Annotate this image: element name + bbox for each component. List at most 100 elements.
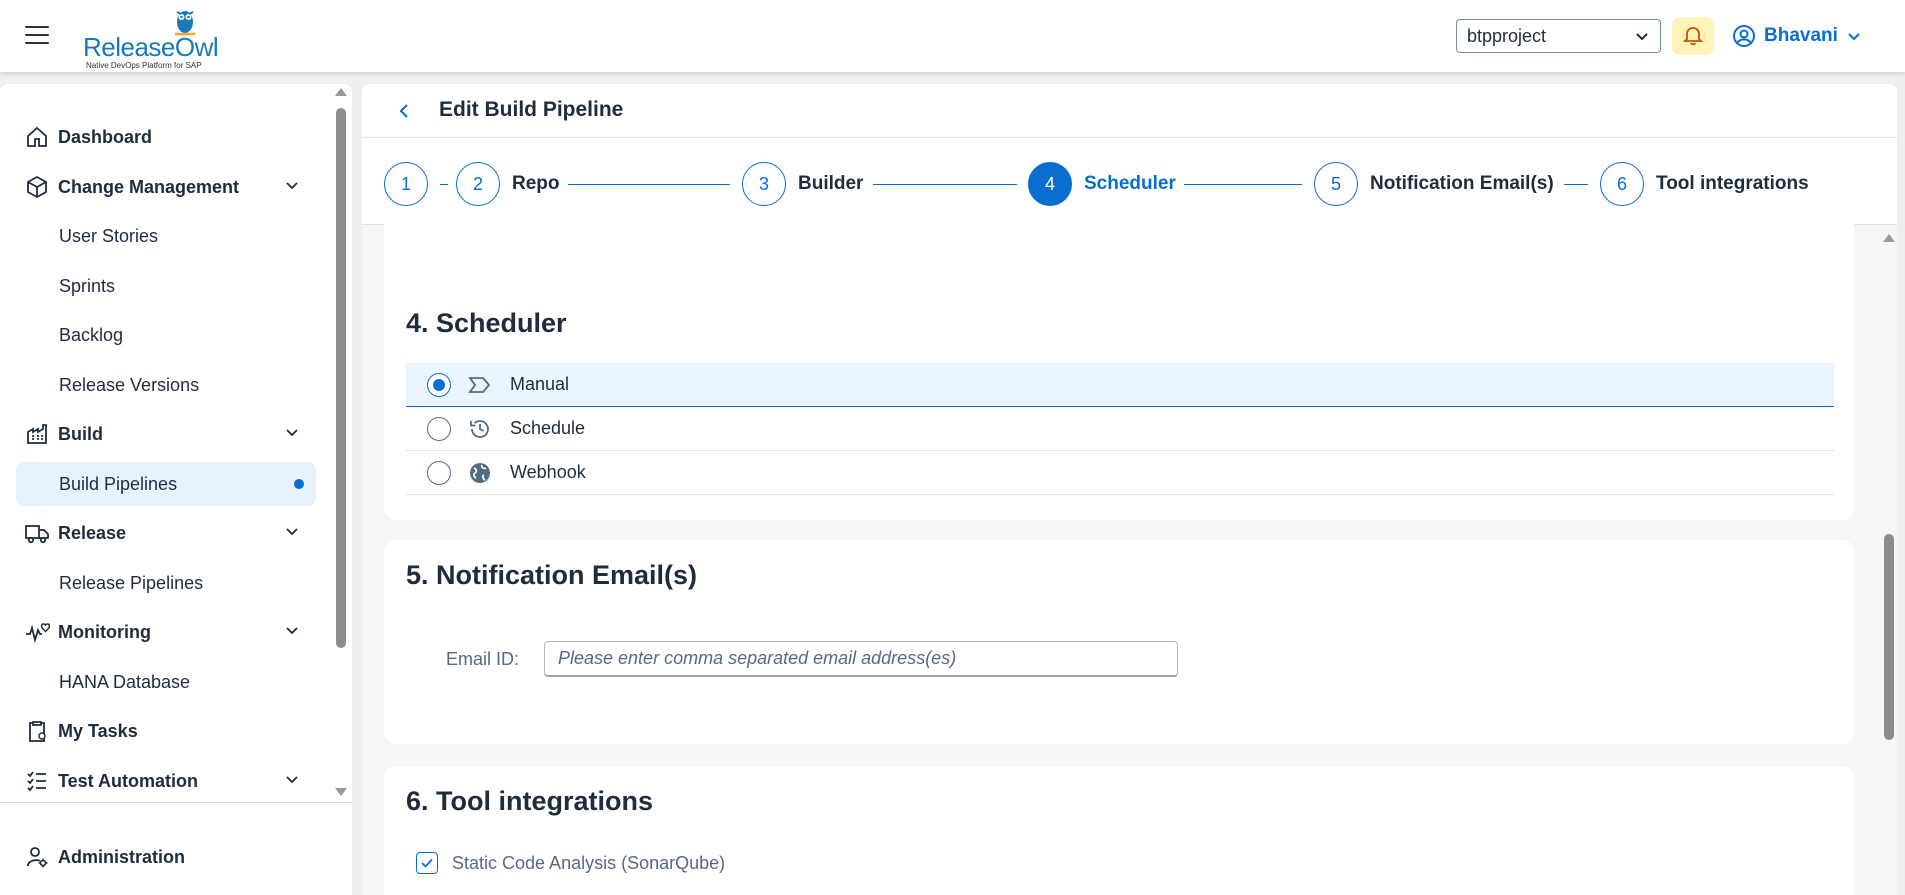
sidebar-item-change-management[interactable]: Change Management (16, 165, 316, 209)
factory-icon (22, 419, 52, 449)
sidebar-item-label: Build (58, 423, 103, 444)
scheduler-option-webhook[interactable]: Webhook (406, 451, 1834, 495)
sidebar-item-dashboard[interactable]: Dashboard (16, 115, 316, 159)
checklist-icon (22, 766, 52, 796)
wizard-step-label: Builder (798, 173, 864, 194)
content-scroll-thumb[interactable] (1884, 534, 1894, 740)
user-icon (1733, 25, 1755, 47)
sidebar-item-build[interactable]: Build (16, 412, 316, 456)
wizard-step-label: Scheduler (1084, 173, 1176, 194)
sidebar-item-label: Build Pipelines (59, 473, 178, 494)
menu-icon[interactable] (25, 26, 49, 46)
sidebar-scroll-thumb[interactable] (336, 108, 346, 648)
wizard-step-number: 6 (1600, 162, 1644, 206)
sidebar-item-label: Dashboard (58, 126, 153, 147)
user-settings-icon (22, 842, 52, 872)
clipboard-icon (22, 716, 52, 746)
wizard-step-builder[interactable]: 3 Builder (742, 162, 863, 206)
wizard-step-number: 4 (1028, 162, 1072, 206)
sidebar-item-monitoring[interactable]: Monitoring (16, 610, 316, 654)
sidebar-item-release-pipelines[interactable]: Release Pipelines (16, 561, 316, 605)
wizard-step-label: Notification Email(s) (1370, 173, 1554, 194)
history-icon (467, 416, 493, 442)
sidebar-item-label: Change Management (58, 176, 240, 197)
sidebar-item-label: Monitoring (58, 621, 151, 642)
sidebar-item-build-pipelines[interactable]: Build Pipelines (16, 462, 316, 506)
email-id-input[interactable] (544, 641, 1178, 677)
user-menu-button[interactable]: Bhavani (1732, 19, 1862, 53)
sidebar-item-sprints[interactable]: Sprints (16, 264, 316, 308)
project-select-value: btpproject (1467, 26, 1547, 46)
chevron-down-icon (1848, 33, 1860, 41)
change-management-icon (22, 172, 52, 202)
wizard-connector (1564, 184, 1588, 185)
radio-button[interactable] (427, 416, 451, 441)
logo-tagline: Native DevOps Platform for SAP (86, 61, 202, 70)
sidebar-item-hana-database[interactable]: HANA Database (16, 660, 316, 704)
scroll-down-arrow-icon[interactable] (335, 788, 347, 796)
chevron-down-icon[interactable] (284, 424, 300, 440)
active-indicator (294, 479, 304, 489)
sidebar-item-my-tasks[interactable]: My Tasks (16, 709, 316, 753)
sidebar-nav: Dashboard Change Management User Stories… (0, 84, 334, 804)
sidebar-scrollbar[interactable] (334, 84, 348, 804)
chevron-down-icon[interactable] (284, 771, 300, 787)
tool-integrations-heading: 6. Tool integrations (406, 786, 654, 816)
email-id-label: Email ID: (446, 649, 520, 669)
notifications-button[interactable] (1672, 17, 1714, 55)
sidebar-item-user-stories[interactable]: User Stories (16, 214, 316, 258)
scroll-up-arrow-icon[interactable] (1883, 234, 1895, 242)
wizard-step-number: 5 (1314, 162, 1358, 206)
wizard-step-1[interactable]: 1 (384, 162, 428, 206)
chevron-down-icon (1636, 33, 1648, 41)
sidebar-item-label: Administration (58, 846, 186, 867)
scheduler-option-schedule[interactable]: Schedule (406, 407, 1834, 451)
back-arrow-icon[interactable] (392, 99, 416, 123)
wizard-connector (568, 184, 730, 185)
wizard-step-number: 3 (742, 162, 786, 206)
home-icon (22, 122, 52, 152)
wizard-step-number: 1 (384, 162, 428, 206)
sidebar-divider (0, 802, 352, 803)
radio-button[interactable] (427, 460, 451, 485)
app-logo[interactable]: ReleaseOwl Native DevOps Platform for SA… (80, 4, 220, 70)
chevron-down-icon[interactable] (284, 523, 300, 539)
wizard-step-tool-integrations[interactable]: 6 Tool integrations (1600, 162, 1809, 206)
sidebar-item-label: Release Pipelines (59, 572, 204, 593)
sidebar: Dashboard Change Management User Stories… (0, 84, 352, 895)
sidebar-item-label: User Stories (59, 225, 159, 246)
scheduler-option-manual[interactable]: Manual (406, 363, 1834, 407)
sidebar-item-label: Backlog (59, 324, 124, 345)
main-panel: Edit Build Pipeline 1 2 Repo 3 Builder 4… (362, 84, 1897, 895)
project-select[interactable]: btpproject (1456, 19, 1661, 53)
wizard-step-scheduler[interactable]: 4 Scheduler (1028, 162, 1176, 206)
wizard-step-repo[interactable]: 2 Repo (456, 162, 560, 206)
sidebar-item-label: Release (58, 522, 127, 543)
scheduler-section-card: 4. Scheduler Manual Schedule Webhook (384, 288, 1854, 520)
option-label: Manual (510, 374, 570, 394)
sidebar-item-backlog[interactable]: Backlog (16, 313, 316, 357)
checkbox[interactable] (416, 852, 438, 874)
radio-button[interactable] (427, 372, 451, 397)
sonarqube-option[interactable]: Static Code Analysis (SonarQube) (416, 852, 725, 874)
sidebar-item-release-versions[interactable]: Release Versions (16, 363, 316, 407)
chevron-down-icon[interactable] (284, 622, 300, 638)
content-scrollbar[interactable] (1882, 232, 1896, 895)
notification-heading: 5. Notification Email(s) (406, 560, 698, 590)
option-label: Webhook (510, 462, 586, 482)
notification-section-card: 5. Notification Email(s) Email ID: (384, 540, 1854, 744)
sidebar-item-release[interactable]: Release (16, 511, 316, 555)
top-bar: ReleaseOwl Native DevOps Platform for SA… (0, 0, 1905, 72)
chevron-down-icon[interactable] (284, 177, 300, 193)
scroll-up-arrow-icon[interactable] (335, 88, 347, 96)
tool-integrations-section-card: 6. Tool integrations Static Code Analysi… (384, 766, 1854, 895)
wizard-connector (440, 184, 448, 185)
page-header: Edit Build Pipeline (362, 84, 1897, 138)
wizard-step-notification[interactable]: 5 Notification Email(s) (1314, 162, 1554, 206)
wizard-connector (1184, 184, 1302, 185)
wizard-step-label: Repo (512, 173, 560, 194)
bell-icon (1682, 27, 1704, 46)
sidebar-item-test-automation[interactable]: Test Automation (16, 759, 316, 803)
wizard-step-label: Tool integrations (1656, 173, 1809, 194)
sidebar-item-administration[interactable]: Administration (16, 835, 316, 879)
